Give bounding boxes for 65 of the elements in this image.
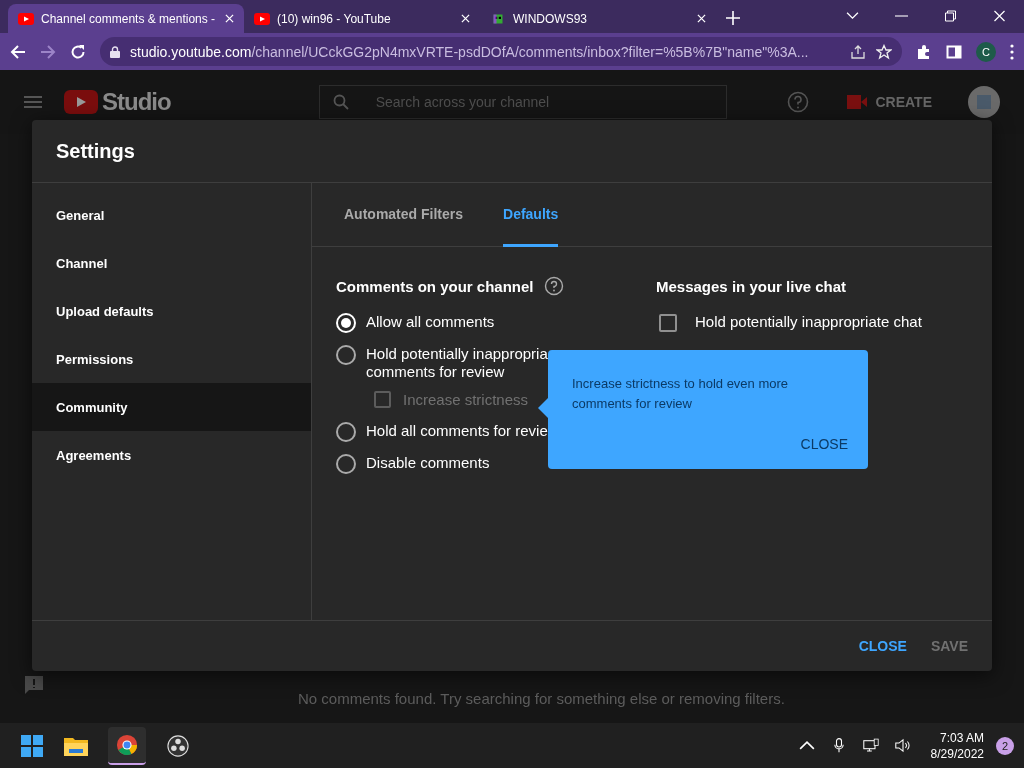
settings-tab[interactable]: Automated Filters <box>344 183 463 247</box>
search-field[interactable]: Search across your channel <box>318 85 727 119</box>
chrome-icon <box>116 733 138 756</box>
clock-time[interactable]: 7:03 AM <box>939 729 984 746</box>
studio-logo-text[interactable]: Studio <box>102 88 171 116</box>
play-logo-icon <box>18 12 34 25</box>
settings-nav-item[interactable]: General <box>32 191 311 239</box>
new-tab-icon[interactable] <box>726 11 740 25</box>
puzzle-icon[interactable] <box>916 43 932 60</box>
menu-icon[interactable] <box>24 96 42 108</box>
section-heading: Messages in your live chat <box>656 277 847 295</box>
lock-icon <box>110 45 120 58</box>
play-logo-icon <box>254 12 270 25</box>
browser-tab[interactable]: WINDOWS93 <box>480 4 716 33</box>
radio-button[interactable] <box>336 422 356 442</box>
help-icon[interactable] <box>543 276 564 296</box>
url-text: studio.youtube.com/channel/UCckGG2pN4mxVRTE-psdDOfA/comments/inbox?filter=%5B%7B"name"%3A... <box>130 43 810 60</box>
close-icon[interactable] <box>461 14 470 23</box>
browser-tab[interactable]: (10) win96 - YouTube <box>244 4 480 33</box>
more-menu-icon[interactable] <box>1010 43 1014 60</box>
settings-nav-item[interactable]: Channel <box>32 239 311 287</box>
clock-date[interactable]: 8/29/2022 <box>930 745 984 762</box>
notification-badge[interactable]: 2 <box>996 736 1014 755</box>
play-logo-icon[interactable] <box>64 90 98 114</box>
back-arrow-icon[interactable] <box>10 43 26 60</box>
channel-avatar-icon[interactable] <box>968 86 1000 118</box>
close-icon[interactable] <box>225 14 234 23</box>
speaker-icon[interactable] <box>894 738 911 753</box>
restore-icon[interactable] <box>944 10 957 22</box>
option-label: Hold all comments for revie <box>366 422 548 440</box>
section-heading: Comments on your channel <box>336 277 534 295</box>
option-label: Allow all comments <box>366 313 495 331</box>
settings-nav-item[interactable]: Community <box>32 383 311 431</box>
taskbar-app[interactable] <box>108 726 146 765</box>
chevron-down-icon[interactable] <box>846 10 859 22</box>
settings-nav-item[interactable]: Permissions <box>32 335 311 383</box>
share-icon[interactable] <box>850 43 866 60</box>
tooltip-close-button[interactable]: CLOSE <box>800 432 848 456</box>
network-icon[interactable] <box>862 738 879 753</box>
address-bar[interactable]: studio.youtube.com/channel/UCckGG2pN4mxVRTE-psdDOfA/comments/inbox?filter=%5B%7B"name"%3A... <box>100 37 902 66</box>
search-icon <box>332 94 349 110</box>
settings-nav-item[interactable]: Agreements <box>32 431 311 479</box>
option-label: Disable comments <box>366 454 490 472</box>
option-label: Hold potentially inappropriate chat <box>695 312 922 332</box>
settings-nav-item[interactable]: Upload defaults <box>32 287 311 335</box>
reload-icon[interactable] <box>70 43 86 60</box>
empty-message: No comments found. Try searching for something else or removing filters. <box>298 690 785 707</box>
tooltip-text: Increase strictness to hold even more comments for review <box>572 375 790 413</box>
browser-tab[interactable]: Channel comments & mentions - <box>8 4 244 33</box>
checkbox[interactable] <box>659 314 677 332</box>
aperture-icon[interactable] <box>166 734 190 757</box>
profile-avatar[interactable]: C <box>976 41 996 62</box>
radio-button[interactable] <box>336 345 356 365</box>
video-camera-icon <box>847 95 868 109</box>
close-icon[interactable] <box>993 10 1006 22</box>
close-icon[interactable] <box>697 14 706 23</box>
side-panel-icon[interactable] <box>946 43 962 60</box>
windows-start-icon[interactable] <box>20 734 44 757</box>
dialog-title: Settings <box>56 139 135 163</box>
option-label: Hold potentially inappropria comments for review <box>366 345 548 381</box>
settings-tab[interactable]: Defaults <box>503 183 559 247</box>
star-icon[interactable] <box>876 43 892 60</box>
checkbox-label: Increase strictness <box>403 391 529 408</box>
close-button[interactable]: CLOSE <box>858 632 907 660</box>
radio-button[interactable] <box>336 454 356 474</box>
